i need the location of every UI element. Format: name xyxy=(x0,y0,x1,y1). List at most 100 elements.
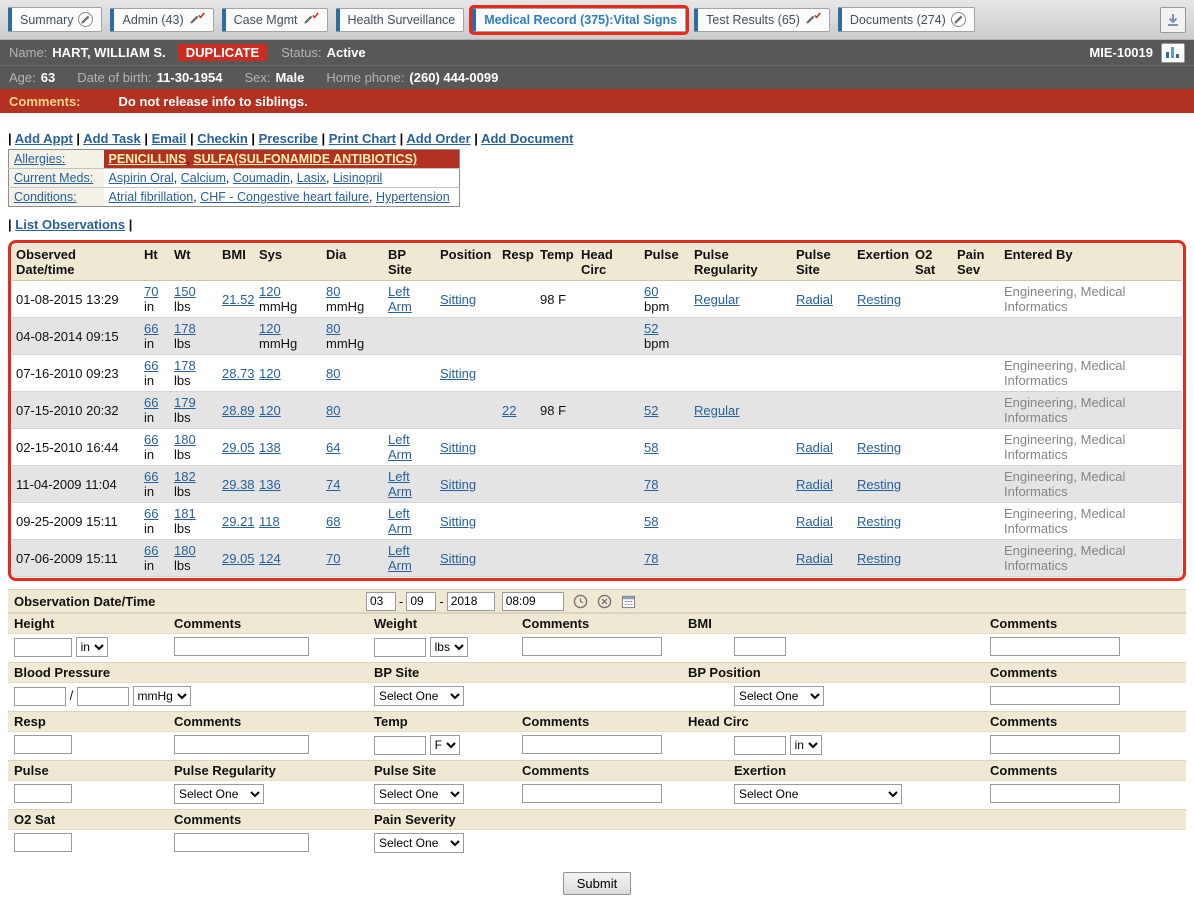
vital-value-link[interactable]: Regular xyxy=(694,403,740,418)
bp-systolic-input[interactable] xyxy=(14,687,66,706)
vital-value-link[interactable]: 181 xyxy=(174,506,196,521)
resp-comments-input[interactable] xyxy=(174,735,309,754)
vital-value-link[interactable]: Resting xyxy=(857,477,901,492)
allergy-link[interactable]: SULFA(SULFONAMIDE ANTIBIOTICS) xyxy=(193,152,417,166)
vital-value-link[interactable]: 66 xyxy=(144,321,158,336)
tab-case-mgmt[interactable]: Case Mgmt xyxy=(222,8,328,32)
vital-value-link[interactable]: 179 xyxy=(174,395,196,410)
med-link[interactable]: Coumadin xyxy=(233,171,290,185)
vital-value-link[interactable]: Radial xyxy=(796,551,833,566)
vital-value-link[interactable]: 80 xyxy=(326,321,340,336)
action-link-add-task[interactable]: Add Task xyxy=(83,131,141,146)
vital-value-link[interactable]: 21.52 xyxy=(222,292,255,307)
vital-value-link[interactable]: Resting xyxy=(857,292,901,307)
clock-icon[interactable] xyxy=(573,594,588,609)
med-link[interactable]: Lasix xyxy=(297,171,326,185)
pencil-icon[interactable] xyxy=(805,14,821,25)
pulse-regularity-select[interactable]: Select One xyxy=(174,784,264,804)
vital-value-link[interactable]: 64 xyxy=(326,440,340,455)
vital-value-link[interactable]: 80 xyxy=(326,403,340,418)
vital-value-link[interactable]: 178 xyxy=(174,321,196,336)
action-link-add-order[interactable]: Add Order xyxy=(406,131,470,146)
action-link-checkin[interactable]: Checkin xyxy=(197,131,248,146)
vital-value-link[interactable]: 124 xyxy=(259,551,281,566)
action-link-prescribe[interactable]: Prescribe xyxy=(259,131,318,146)
height-comments-input[interactable] xyxy=(174,637,309,656)
tab-test-results-65[interactable]: Test Results (65) xyxy=(694,8,830,32)
tab-health-surveillance[interactable]: Health Surveillance xyxy=(336,8,465,32)
obs-month-input[interactable] xyxy=(366,592,396,611)
vital-value-link[interactable]: 138 xyxy=(259,440,281,455)
chart-button[interactable] xyxy=(1161,43,1185,63)
tab-admin-43[interactable]: Admin (43) xyxy=(110,8,213,32)
vital-value-link[interactable]: 29.05 xyxy=(222,551,255,566)
resp-input[interactable] xyxy=(14,735,72,754)
vital-value-link[interactable]: 80 xyxy=(326,284,340,299)
vital-value-link[interactable]: 120 xyxy=(259,403,281,418)
vital-value-link[interactable]: 120 xyxy=(259,321,281,336)
weight-comments-input[interactable] xyxy=(522,637,662,656)
vital-value-link[interactable]: 120 xyxy=(259,284,281,299)
head-circ-comments-input[interactable] xyxy=(990,735,1120,754)
vital-value-link[interactable]: 52 xyxy=(644,403,658,418)
vital-value-link[interactable]: Resting xyxy=(857,514,901,529)
med-link[interactable]: Calcium xyxy=(181,171,226,185)
list-observations-link[interactable]: List Observations xyxy=(15,217,125,232)
vital-value-link[interactable]: 70 xyxy=(326,551,340,566)
vital-value-link[interactable]: Sitting xyxy=(440,551,476,566)
action-link-add-document[interactable]: Add Document xyxy=(481,131,573,146)
vital-value-link[interactable]: 28.89 xyxy=(222,403,255,418)
vital-value-link[interactable]: 70 xyxy=(144,284,158,299)
vital-value-link[interactable]: 180 xyxy=(174,432,196,447)
vital-value-link[interactable]: 66 xyxy=(144,469,158,484)
pain-severity-select[interactable]: Select One xyxy=(374,833,464,853)
temp-unit-select[interactable]: F xyxy=(430,735,460,755)
pulse-comments-input[interactable] xyxy=(522,784,662,803)
pulse-site-select[interactable]: Select One xyxy=(374,784,464,804)
vital-value-link[interactable]: 66 xyxy=(144,395,158,410)
vital-value-link[interactable]: 58 xyxy=(644,514,658,529)
download-button[interactable] xyxy=(1160,7,1186,33)
exertion-select[interactable]: Select One xyxy=(734,784,902,804)
tab-documents-274[interactable]: Documents (274) xyxy=(838,7,975,32)
head-circ-unit-select[interactable]: in xyxy=(790,735,822,755)
allergy-link[interactable]: PENICILLINS xyxy=(109,152,187,166)
vital-value-link[interactable]: Radial xyxy=(796,477,833,492)
vital-value-link[interactable]: Sitting xyxy=(440,477,476,492)
vital-value-link[interactable]: 180 xyxy=(174,543,196,558)
vital-value-link[interactable]: Sitting xyxy=(440,366,476,381)
allergies-label-link[interactable]: Allergies: xyxy=(14,152,65,166)
pencil-circle-icon[interactable] xyxy=(78,12,93,27)
vital-value-link[interactable]: 66 xyxy=(144,543,158,558)
vital-value-link[interactable]: Radial xyxy=(796,440,833,455)
obs-year-input[interactable] xyxy=(447,592,495,611)
obs-time-input[interactable] xyxy=(502,592,564,611)
vital-value-link[interactable]: Regular xyxy=(694,292,740,307)
vital-value-link[interactable]: 66 xyxy=(144,432,158,447)
bmi-input[interactable] xyxy=(734,637,786,656)
med-link[interactable]: Lisinopril xyxy=(333,171,382,185)
vital-value-link[interactable]: Sitting xyxy=(440,292,476,307)
tab-summary[interactable]: Summary xyxy=(8,7,102,32)
vital-value-link[interactable]: Left Arm xyxy=(388,432,412,462)
temp-input[interactable] xyxy=(374,736,426,755)
vital-value-link[interactable]: 66 xyxy=(144,506,158,521)
vital-value-link[interactable]: 74 xyxy=(326,477,340,492)
vital-value-link[interactable]: 78 xyxy=(644,477,658,492)
vital-value-link[interactable]: 68 xyxy=(326,514,340,529)
height-input[interactable] xyxy=(14,638,72,657)
condition-link[interactable]: CHF - Congestive heart failure xyxy=(200,190,369,204)
vital-value-link[interactable]: 136 xyxy=(259,477,281,492)
vital-value-link[interactable]: 22 xyxy=(502,403,516,418)
bp-position-select[interactable]: Select One xyxy=(734,686,824,706)
clear-icon[interactable] xyxy=(597,594,612,609)
vital-value-link[interactable]: Resting xyxy=(857,551,901,566)
submit-button[interactable]: Submit xyxy=(563,872,631,895)
bp-diastolic-input[interactable] xyxy=(77,687,129,706)
height-unit-select[interactable]: in xyxy=(76,637,108,657)
med-link[interactable]: Aspirin Oral xyxy=(109,171,174,185)
bp-comments-input[interactable] xyxy=(990,686,1120,705)
obs-day-input[interactable] xyxy=(406,592,436,611)
vital-value-link[interactable]: Left Arm xyxy=(388,543,412,573)
temp-comments-input[interactable] xyxy=(522,735,662,754)
